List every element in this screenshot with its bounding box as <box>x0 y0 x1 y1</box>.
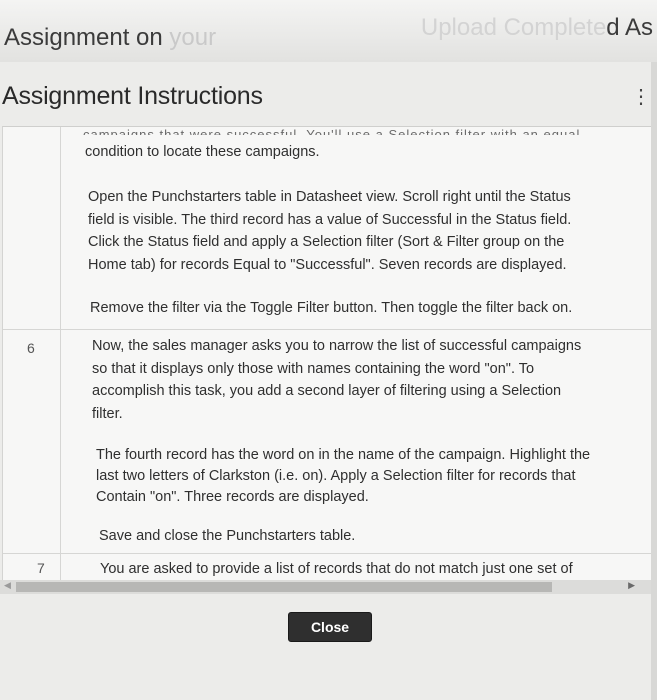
instruction-line: condition to locate these campaigns. <box>85 144 320 160</box>
instruction-paragraph: You are asked to provide a list of recor… <box>100 558 573 581</box>
assignment-title-text: Assignment on <box>4 24 163 51</box>
vertical-ellipsis-icon[interactable]: ⋮ <box>631 84 651 109</box>
assignment-title: Assignment on your <box>4 24 216 52</box>
window-edge-shadow <box>651 62 657 700</box>
instruction-paragraph: Open the Punchstarters table in Datashee… <box>88 186 571 276</box>
instructions-panel[interactable]: campaigns that were successful. You'll u… <box>2 126 657 593</box>
instruction-paragraph: Now, the sales manager asks you to narro… <box>92 335 581 425</box>
instruction-line: Remove the filter via the Toggle Filter … <box>90 300 573 316</box>
window-title-bar: Assignment on your Upload Completed As <box>0 0 657 63</box>
row-separator <box>3 329 657 330</box>
instruction-line: Now, the sales manager asks you to narro… <box>92 338 582 354</box>
instruction-paragraph: Remove the filter via the Toggle Filter … <box>90 297 572 320</box>
close-button[interactable]: Close <box>288 612 372 642</box>
instruction-line: so that it displays only those with name… <box>92 360 535 377</box>
instruction-paragraph: The fourth record has the word on in the… <box>96 445 590 508</box>
instruction-line: last two letters of Clarkston (i.e. on).… <box>96 468 576 484</box>
upload-status: Upload Completed As <box>421 14 653 42</box>
upload-status-faded-text: Upload Complete <box>420 14 607 41</box>
assignment-instructions-dialog: Assignment Instructions ⋮ campaigns that… <box>0 62 657 700</box>
instruction-paragraph: Save and close the Punchstarters table. <box>99 525 355 548</box>
scrollbar-thumb[interactable] <box>16 582 552 592</box>
scroll-right-arrow-icon[interactable]: ▶ <box>628 580 635 591</box>
dialog-title: Assignment Instructions <box>2 82 263 110</box>
instruction-line: Contain "on". Three records are displaye… <box>96 489 369 505</box>
instruction-line: filter. <box>92 405 123 422</box>
step-number: 6 <box>27 340 35 356</box>
instruction-line: Save and close the Punchstarters table. <box>99 528 356 544</box>
instruction-line: Click the Status field and apply a Selec… <box>88 234 565 250</box>
instruction-line: Open the Punchstarters table in Datashee… <box>88 189 571 205</box>
step-column-divider <box>60 127 61 593</box>
step-number: 7 <box>37 560 45 576</box>
horizontal-scrollbar[interactable]: ◀ ▶ <box>0 580 657 594</box>
instruction-paragraph: condition to locate these campaigns. <box>85 141 320 164</box>
instruction-line: field is visible. The third record has a… <box>88 211 572 228</box>
cut-off-text-line: campaigns that were successful. You'll u… <box>83 127 581 135</box>
instruction-line: The fourth record has the word on in the… <box>96 447 591 463</box>
instruction-line: accomplish this task, you add a second l… <box>92 383 562 399</box>
instruction-line: You are asked to provide a list of recor… <box>100 561 573 577</box>
row-separator <box>3 553 657 554</box>
scroll-left-arrow-icon[interactable]: ◀ <box>4 580 11 591</box>
instruction-line: Home tab) for records Equal to "Successf… <box>88 256 567 273</box>
assignment-title-faded-text: your <box>162 24 217 51</box>
upload-status-text: d As <box>606 14 653 41</box>
